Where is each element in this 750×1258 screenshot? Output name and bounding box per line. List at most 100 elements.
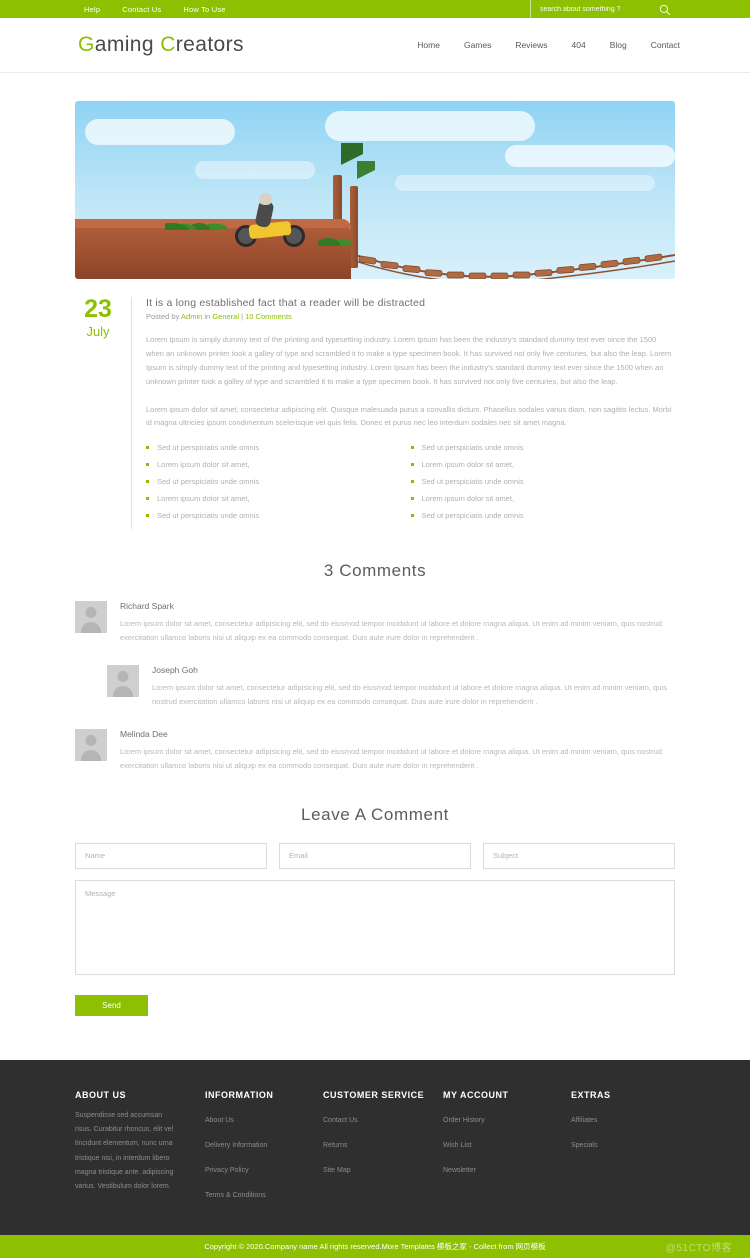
post-date: 23 July [75,297,131,529]
comments-heading: 3 Comments [323,561,427,581]
copyright-text: Copyright © 2020.Company name All rights… [204,1241,546,1251]
logo-initial-g: G [78,33,95,56]
footer-link-delivery-information[interactable]: Delivery Information [205,1142,267,1149]
nav-item-blog[interactable]: Blog [610,40,627,50]
list-item: Sed ut perspiciatis unde omnis [410,444,676,452]
top-bar: Help Contact Us How To Use [0,0,750,18]
comment-body: Joseph Goh Lorem ipsum dolor sit amet, c… [139,665,675,709]
nav-item-games[interactable]: Games [464,40,491,50]
footer-column-information: INFORMATION About Us Delivery Informatio… [205,1090,323,1209]
footer-heading-extras: EXTRAS [571,1089,611,1100]
footer-column-my-account: MY ACCOUNT Order History Wish List Newsl… [443,1090,571,1209]
watermark: @51CTO博客 [665,1242,732,1254]
footer-about-text: Suspendisse sed accumsan risus. Curabitu… [75,1111,174,1191]
post-meta-category-link[interactable]: General [212,312,239,321]
cloud-shape [505,145,675,167]
post-title: It is a long established fact that a rea… [146,297,426,309]
comment-text: Lorem ipsum dolor sit amet, consectetur … [120,746,662,770]
cloud-shape [325,111,535,141]
comment-body: Melinda Dee Lorem ipsum dolor sit amet, … [107,729,675,773]
avatar [107,665,139,697]
post-meta-in: in [202,312,213,321]
search-box[interactable] [530,0,750,18]
grass-tuft [318,230,352,246]
footer-column-customer-service: CUSTOMER SERVICE Contact Us Returns Site… [323,1090,443,1209]
search-icon[interactable] [659,3,671,21]
comment-form-heading: Leave A Comment [301,804,449,824]
footer-link-returns[interactable]: Returns [323,1142,348,1149]
comment-item: Joseph Goh Lorem ipsum dolor sit amet, c… [107,665,675,709]
topbar-link-contact-us[interactable]: Contact Us [122,5,161,14]
site-logo[interactable]: Gaming Creators [78,33,244,57]
footer-column-about-us: ABOUT US Suspendisse sed accumsan risus.… [75,1090,205,1209]
list-item: Sed ut perspiciatis unde omnis [146,512,411,520]
post-meta: Posted by Admin in General | 10 Comments [146,312,675,321]
comment-author-name: Joseph Goh [152,665,198,675]
post-main: It is a long established fact that a rea… [131,297,675,530]
avatar [75,728,107,761]
site-header: Gaming Creators Home Games Reviews 404 B… [0,18,750,73]
logo-initial-c: C [160,33,176,56]
cloud-shape [85,119,235,145]
footer-link-newsletter[interactable]: Newsletter [443,1167,476,1174]
flag-icon [357,161,375,179]
motocross-rider [235,185,305,247]
list-item: Sed ut perspiciatis unde omnis [410,512,676,520]
comment-text: Lorem ipsum dolor sit amet, consectetur … [152,683,667,706]
subject-input[interactable] [483,842,675,869]
footer-link-specials[interactable]: Specials [571,1142,597,1149]
post-hero-image [75,101,675,279]
comment-item: Richard Spark Lorem ipsum dolor sit amet… [75,601,675,645]
list-item: Lorem ipsum dolor sit amet, [410,495,676,503]
topbar-link-help[interactable]: Help [84,5,100,14]
post-meta-comments-link[interactable]: 10 Comments [245,312,292,321]
cloud-shape [195,161,315,179]
footer-heading-my-account: MY ACCOUNT [443,1089,509,1100]
post-meta-author-link[interactable]: Admin [181,312,202,321]
footer-link-site-map[interactable]: Site Map [323,1167,351,1174]
feature-list-left: Sed ut perspiciatis unde omnis Lorem ips… [146,444,411,529]
footer-heading-about-us: ABOUT US [75,1089,126,1100]
nav-item-404[interactable]: 404 [572,40,586,50]
avatar [75,601,107,634]
comment-author-name: Richard Spark [120,601,174,612]
logo-word-creators: reators [175,33,244,56]
list-item: Lorem ipsum dolor sit amet, [410,461,676,469]
bridge-post [350,186,358,268]
post-feature-lists: Sed ut perspiciatis unde omnis Lorem ips… [146,444,675,529]
post-paragraph-2: Lorem ipsum dolor sit amet, consectetur … [146,404,672,428]
footer-heading-customer-service: CUSTOMER SERVICE [323,1089,425,1100]
message-textarea[interactable] [75,879,675,975]
post-block: 23 July It is a long established fact th… [75,297,675,530]
comment-text: Lorem ipsum dolor sit amet, consectetur … [120,619,662,643]
logo-word-gaming: aming [94,33,161,56]
name-input[interactable] [75,842,267,869]
footer-heading-information: INFORMATION [205,1089,274,1100]
search-input[interactable] [540,5,650,13]
post-meta-prefix: Posted by [146,312,182,321]
topbar-link-how-to-use[interactable]: How To Use [183,5,225,14]
email-input[interactable] [279,842,471,869]
main-navigation: Home Games Reviews 404 Blog Contact [417,40,680,50]
main-content: 23 July It is a long established fact th… [0,73,750,1016]
footer-link-wish-list[interactable]: Wish List [443,1142,471,1149]
footer-link-terms-conditions[interactable]: Terms & Conditions [205,1192,266,1199]
footer-link-privacy-policy[interactable]: Privacy Policy [205,1167,249,1174]
comment-form-row [75,842,675,869]
list-item: Lorem ipsum dolor sit amet, [146,495,411,503]
send-button[interactable]: Send [75,994,148,1016]
list-item: Sed ut perspiciatis unde omnis [410,478,676,486]
feature-list-right: Sed ut perspiciatis unde omnis Lorem ips… [410,444,676,529]
nav-item-contact[interactable]: Contact [651,40,680,50]
site-footer: ABOUT US Suspendisse sed accumsan risus.… [0,1059,750,1235]
cloud-shape [395,175,655,191]
nav-item-reviews[interactable]: Reviews [515,40,547,50]
rider-helmet [259,193,272,205]
comment-author-name: Melinda Dee [120,728,168,739]
comment-item: Melinda Dee Lorem ipsum dolor sit amet, … [75,728,675,773]
post-paragraph-1: Lorem Ipsum is simply dummy text of the … [146,335,672,386]
copyright-bar: Copyright © 2020.Company name All rights… [0,1234,750,1258]
rope-bridge [354,253,675,279]
list-item: Lorem ipsum dolor sit amet, [146,461,411,469]
nav-item-home[interactable]: Home [417,40,440,50]
